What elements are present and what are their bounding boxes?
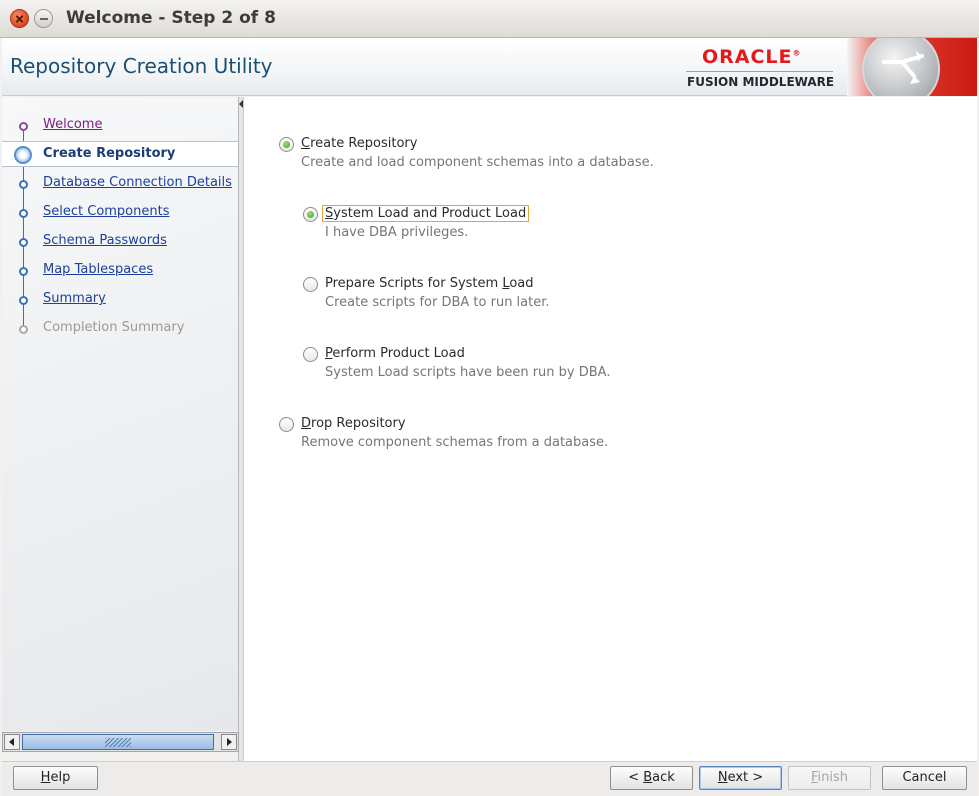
scroll-right-icon[interactable] — [221, 734, 237, 750]
app-header: Repository Creation Utility ORACLE® FUSI… — [2, 38, 977, 96]
train-step-dot-icon — [19, 238, 28, 247]
system-and-product-load-description: I have DBA privileges. — [325, 225, 469, 240]
drop-repository-radio[interactable] — [279, 417, 294, 432]
train-step-label[interactable]: Select Components — [43, 204, 169, 219]
system-and-product-load-label[interactable]: System Load and Product Load — [321, 205, 530, 222]
next-button[interactable]: Next > — [699, 766, 782, 790]
train-step-create-repository[interactable]: Create Repository — [2, 141, 239, 167]
window-title: Welcome - Step 2 of 8 — [66, 8, 276, 28]
close-window-icon[interactable] — [10, 9, 29, 28]
create-repository-radio[interactable] — [279, 137, 294, 152]
train-step-label: Completion Summary — [43, 320, 185, 335]
window-titlebar: Welcome - Step 2 of 8 — [0, 0, 979, 38]
finish-button: Finish — [788, 766, 871, 790]
perform-product-load-radio[interactable] — [303, 347, 318, 362]
train-step-label[interactable]: Map Tablespaces — [43, 262, 153, 277]
scrollbar-grip-icon — [105, 738, 131, 747]
train-step-label: Create Repository — [43, 146, 176, 161]
train-step-dot-icon — [19, 267, 28, 276]
prepare-scripts-radio[interactable] — [303, 277, 318, 292]
drop-repository-label[interactable]: Drop Repository — [301, 416, 406, 431]
train-step-label[interactable]: Welcome — [43, 117, 102, 132]
train-step-schema-passwords[interactable]: Schema Passwords — [2, 229, 239, 255]
scrollbar-thumb[interactable] — [22, 734, 214, 750]
train-step-dot-icon — [19, 180, 28, 189]
train-step-database-connection-details[interactable]: Database Connection Details — [2, 171, 239, 197]
train-step-dot-icon — [19, 325, 28, 334]
perform-product-load-label[interactable]: Perform Product Load — [325, 346, 465, 361]
logo-divider — [686, 71, 833, 72]
create-repository-label[interactable]: Create Repository — [301, 136, 417, 151]
app-title: Repository Creation Utility — [10, 54, 273, 78]
train-step-label[interactable]: Database Connection Details — [43, 175, 232, 190]
drop-repository-description: Remove component schemas from a database… — [301, 435, 609, 450]
train-step-summary[interactable]: Summary — [2, 287, 239, 313]
train-step-welcome[interactable]: Welcome — [2, 113, 239, 139]
prepare-scripts-label[interactable]: Prepare Scripts for System Load — [325, 276, 534, 291]
oracle-logo: ORACLE® — [702, 46, 802, 68]
current-step-icon — [14, 146, 32, 164]
train-step-dot-icon — [19, 209, 28, 218]
train-step-label[interactable]: Schema Passwords — [43, 233, 167, 248]
prepare-scripts-description: Create scripts for DBA to run later. — [325, 295, 550, 310]
navigation-train: Welcome Create Repository Database Conne… — [2, 97, 239, 731]
middleware-emblem-icon — [862, 38, 940, 96]
train-step-select-components[interactable]: Select Components — [2, 200, 239, 226]
main-panel: Create Repository Create and load compon… — [243, 97, 977, 761]
scroll-left-icon[interactable] — [4, 734, 20, 750]
train-step-label[interactable]: Summary — [43, 291, 106, 306]
train-step-map-tablespaces[interactable]: Map Tablespaces — [2, 258, 239, 284]
train-step-completion-summary: Completion Summary — [2, 316, 239, 342]
button-bar: Help < Back Next > Finish Cancel — [2, 761, 977, 796]
header-red-band — [847, 38, 977, 96]
system-and-product-load-radio[interactable] — [303, 207, 318, 222]
train-step-dot-icon — [19, 296, 28, 305]
train-step-dot-icon — [19, 122, 28, 131]
sidebar-horizontal-scrollbar[interactable] — [2, 732, 239, 752]
perform-product-load-description: System Load scripts have been run by DBA… — [325, 365, 611, 380]
fusion-middleware-label: FUSION MIDDLEWARE — [687, 75, 835, 89]
back-button[interactable]: < Back — [610, 766, 693, 790]
help-button[interactable]: Help — [13, 766, 98, 790]
cancel-button[interactable]: Cancel — [882, 766, 967, 790]
create-repository-description: Create and load component schemas into a… — [301, 155, 654, 170]
minimize-window-icon[interactable] — [34, 9, 53, 28]
